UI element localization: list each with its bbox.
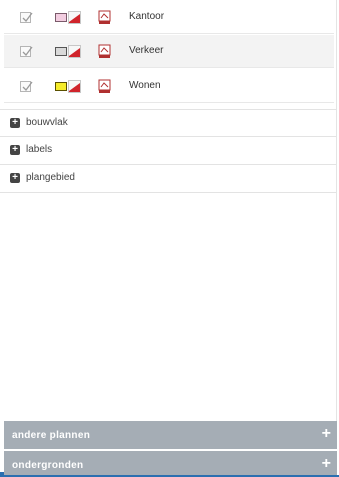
checkmark-icon (22, 46, 33, 56)
layer-style-icon[interactable] (98, 10, 111, 25)
layer-group-plangebied[interactable]: + plangebied (0, 165, 336, 193)
layer-label: Kantoor (129, 11, 165, 22)
layer-row-verkeer[interactable]: Verkeer (4, 35, 334, 68)
layer-label: Verkeer (129, 45, 164, 56)
checkmark-icon (22, 81, 33, 91)
group-label: plangebied (26, 172, 75, 183)
expand-icon[interactable]: + (10, 118, 20, 128)
group-label: labels (26, 144, 53, 155)
accordion-basemaps[interactable]: ondergronden + (4, 451, 337, 477)
plus-icon[interactable]: + (322, 425, 331, 443)
legend-swatch (55, 82, 67, 91)
plus-icon[interactable]: + (322, 455, 331, 473)
layer-row-kantoor[interactable]: Kantoor (4, 1, 334, 34)
layer-visibility-checkbox[interactable] (20, 46, 33, 57)
accordion-label: andere plannen (12, 430, 91, 441)
layer-style-icon[interactable] (98, 79, 111, 94)
legend-red-icon (68, 11, 81, 24)
checkmark-icon (22, 12, 33, 22)
layer-row-wonen[interactable]: Wonen (4, 70, 334, 103)
layer-style-icon[interactable] (98, 44, 111, 59)
legend-swatch (55, 47, 67, 56)
legend-red-icon (68, 45, 81, 58)
expand-icon[interactable]: + (10, 173, 20, 183)
group-label: bouwvlak (26, 117, 68, 128)
layer-visibility-checkbox[interactable] (20, 81, 33, 92)
layer-panel: Kantoor Verkeer Wonen + bouwvlak + label… (0, 0, 337, 477)
expand-icon[interactable]: + (10, 145, 20, 155)
layer-label: Wonen (129, 80, 161, 91)
legend-red-icon (68, 80, 81, 93)
layer-group-labels[interactable]: + labels (0, 137, 336, 165)
legend-swatch (55, 13, 67, 22)
accordion-other-plans[interactable]: andere plannen + (4, 421, 337, 449)
layer-visibility-checkbox[interactable] (20, 12, 33, 23)
accordion-label: ondergronden (12, 460, 84, 471)
layer-group-bouwvlak[interactable]: + bouwvlak (0, 109, 336, 137)
